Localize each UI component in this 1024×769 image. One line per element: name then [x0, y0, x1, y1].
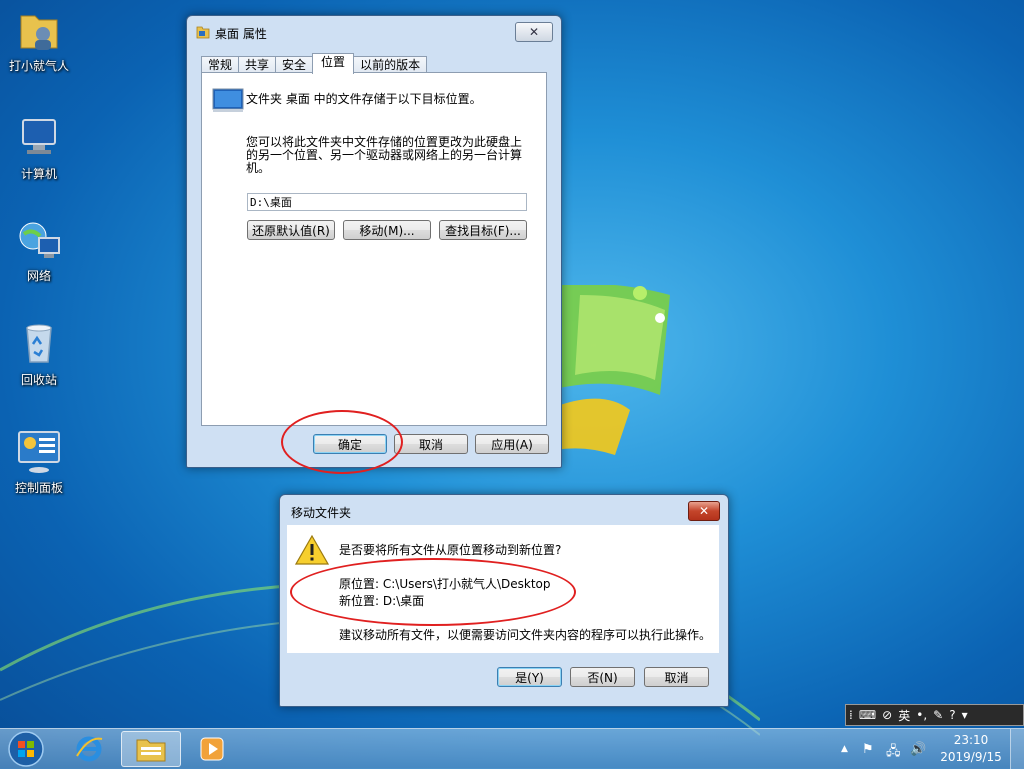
tab-location[interactable]: 位置	[312, 53, 355, 74]
language-bar: ⁞ ⌨ ⊘ 英 •, ✎ ? ▾	[845, 704, 1024, 726]
properties-titlebar[interactable]: 桌面 属性 ✕	[187, 16, 561, 46]
close-icon: ✕	[698, 504, 710, 518]
properties-close-button[interactable]: ✕	[515, 22, 553, 42]
move-folder-titlebar[interactable]: 移动文件夹 ✕	[280, 495, 728, 525]
options-icon[interactable]: ▾	[962, 708, 968, 722]
recycle-bin-icon	[26, 324, 52, 363]
move-button[interactable]: 移动(M)...	[343, 220, 431, 240]
properties-tabs: 常规 共享 安全 位置 以前的版本	[201, 53, 428, 74]
help-icon[interactable]: ?	[949, 708, 955, 722]
desktop-icon-label: 网络	[26, 269, 51, 283]
ie-icon	[76, 736, 103, 762]
ime-icon[interactable]: ⌨	[859, 708, 876, 722]
move-question: 是否要将所有文件从原位置移动到新位置?	[339, 543, 562, 557]
move-folder-title: 移动文件夹	[291, 506, 352, 520]
desktop-icon-network[interactable]: 网络	[3, 216, 75, 284]
desktop-icon-label: 计算机	[20, 167, 57, 181]
desktop-icon-label: 控制面板	[14, 481, 63, 495]
clock[interactable]: 23:10 2019/9/15	[936, 732, 1006, 766]
desktop-icon-computer[interactable]: 计算机	[3, 114, 75, 182]
volume-icon[interactable]: 🔊	[910, 742, 926, 757]
folder-title-icon	[196, 26, 210, 39]
control-panel-icon	[18, 431, 60, 473]
desktop-icon-control-panel[interactable]: 控制面板	[3, 428, 75, 496]
taskbar: ▲ ⚑ 🖧 🔊 23:10 2019/9/15	[0, 728, 1024, 769]
media-player-icon	[200, 737, 224, 761]
move-folder-close-button[interactable]: ✕	[688, 501, 720, 521]
new-location: 新位置: D:\桌面	[339, 594, 425, 608]
computer-icon	[22, 119, 56, 154]
move-cancel-button[interactable]: 取消	[644, 667, 709, 687]
yes-button[interactable]: 是(Y)	[497, 667, 562, 687]
clock-time: 23:10	[953, 733, 989, 747]
language-indicator[interactable]: 英	[898, 707, 910, 724]
taskbar-media-player[interactable]	[185, 731, 239, 767]
warning-icon	[295, 535, 329, 565]
folder-icon	[136, 739, 166, 762]
move-folder-body: 是否要将所有文件从原位置移动到新位置? 原位置: C:\Users\打小就气人\…	[287, 525, 719, 653]
apply-button[interactable]: 应用(A)	[475, 434, 549, 454]
desktop-icon-label: 回收站	[20, 373, 57, 387]
cancel-button[interactable]: 取消	[394, 434, 468, 454]
no-button[interactable]: 否(N)	[570, 667, 635, 687]
ok-button[interactable]: 确定	[313, 434, 387, 454]
find-target-button[interactable]: 查找目标(F)...	[439, 220, 527, 240]
desktop-properties-dialog: 桌面 属性 ✕ 常规 共享 安全 位置 以前的版本 文件夹 桌面 中的文件存储于…	[186, 15, 562, 468]
network-icon	[19, 222, 60, 258]
old-location: 原位置: C:\Users\打小就气人\Desktop	[339, 577, 551, 591]
location-path-input[interactable]	[247, 193, 527, 211]
action-center-flag-icon[interactable]: ⚑	[862, 742, 874, 757]
desktop-icon-label: 打小就气人	[8, 59, 69, 73]
block-icon[interactable]: ⊘	[882, 708, 892, 722]
move-folder-dialog: 移动文件夹 ✕ 是否要将所有文件从原位置移动到新位置? 原位置: C:\User…	[279, 494, 729, 707]
taskbar-explorer[interactable]	[121, 731, 181, 767]
restore-default-button[interactable]: 还原默认值(R)	[247, 220, 335, 240]
network-tray-icon[interactable]: 🖧	[886, 742, 901, 764]
location-tab-panel: 文件夹 桌面 中的文件存储于以下目标位置。 您可以将此文件夹中文件存储的位置更改…	[201, 72, 547, 426]
clock-date: 2019/9/15	[940, 750, 1002, 764]
taskbar-ie[interactable]	[62, 731, 116, 767]
move-advice: 建议移动所有文件，以便需要访问文件夹内容的程序可以执行此操作。	[339, 628, 712, 642]
close-icon: ✕	[528, 25, 540, 39]
start-button[interactable]	[0, 731, 52, 767]
show-desktop-button[interactable]	[1010, 729, 1024, 769]
desktop-folder-icon	[212, 88, 244, 112]
location-help-text: 您可以将此文件夹中文件存储的位置更改为此硬盘上的另一个位置、另一个驱动器或网络上…	[246, 135, 523, 175]
grip-icon: ⁞	[849, 708, 853, 722]
tray-expand-icon[interactable]: ▲	[841, 744, 848, 754]
windows-logo-icon	[8, 731, 44, 767]
desktop-icon-user-folder[interactable]: 打小就气人	[3, 6, 75, 74]
desktop-icon-recycle-bin[interactable]: 回收站	[3, 320, 75, 388]
punctuation-icon[interactable]: •,	[916, 708, 927, 722]
user-folder-icon	[20, 15, 58, 50]
properties-title: 桌面 属性	[215, 27, 267, 41]
location-description: 文件夹 桌面 中的文件存储于以下目标位置。	[246, 92, 482, 106]
tool-icon[interactable]: ✎	[933, 708, 943, 722]
